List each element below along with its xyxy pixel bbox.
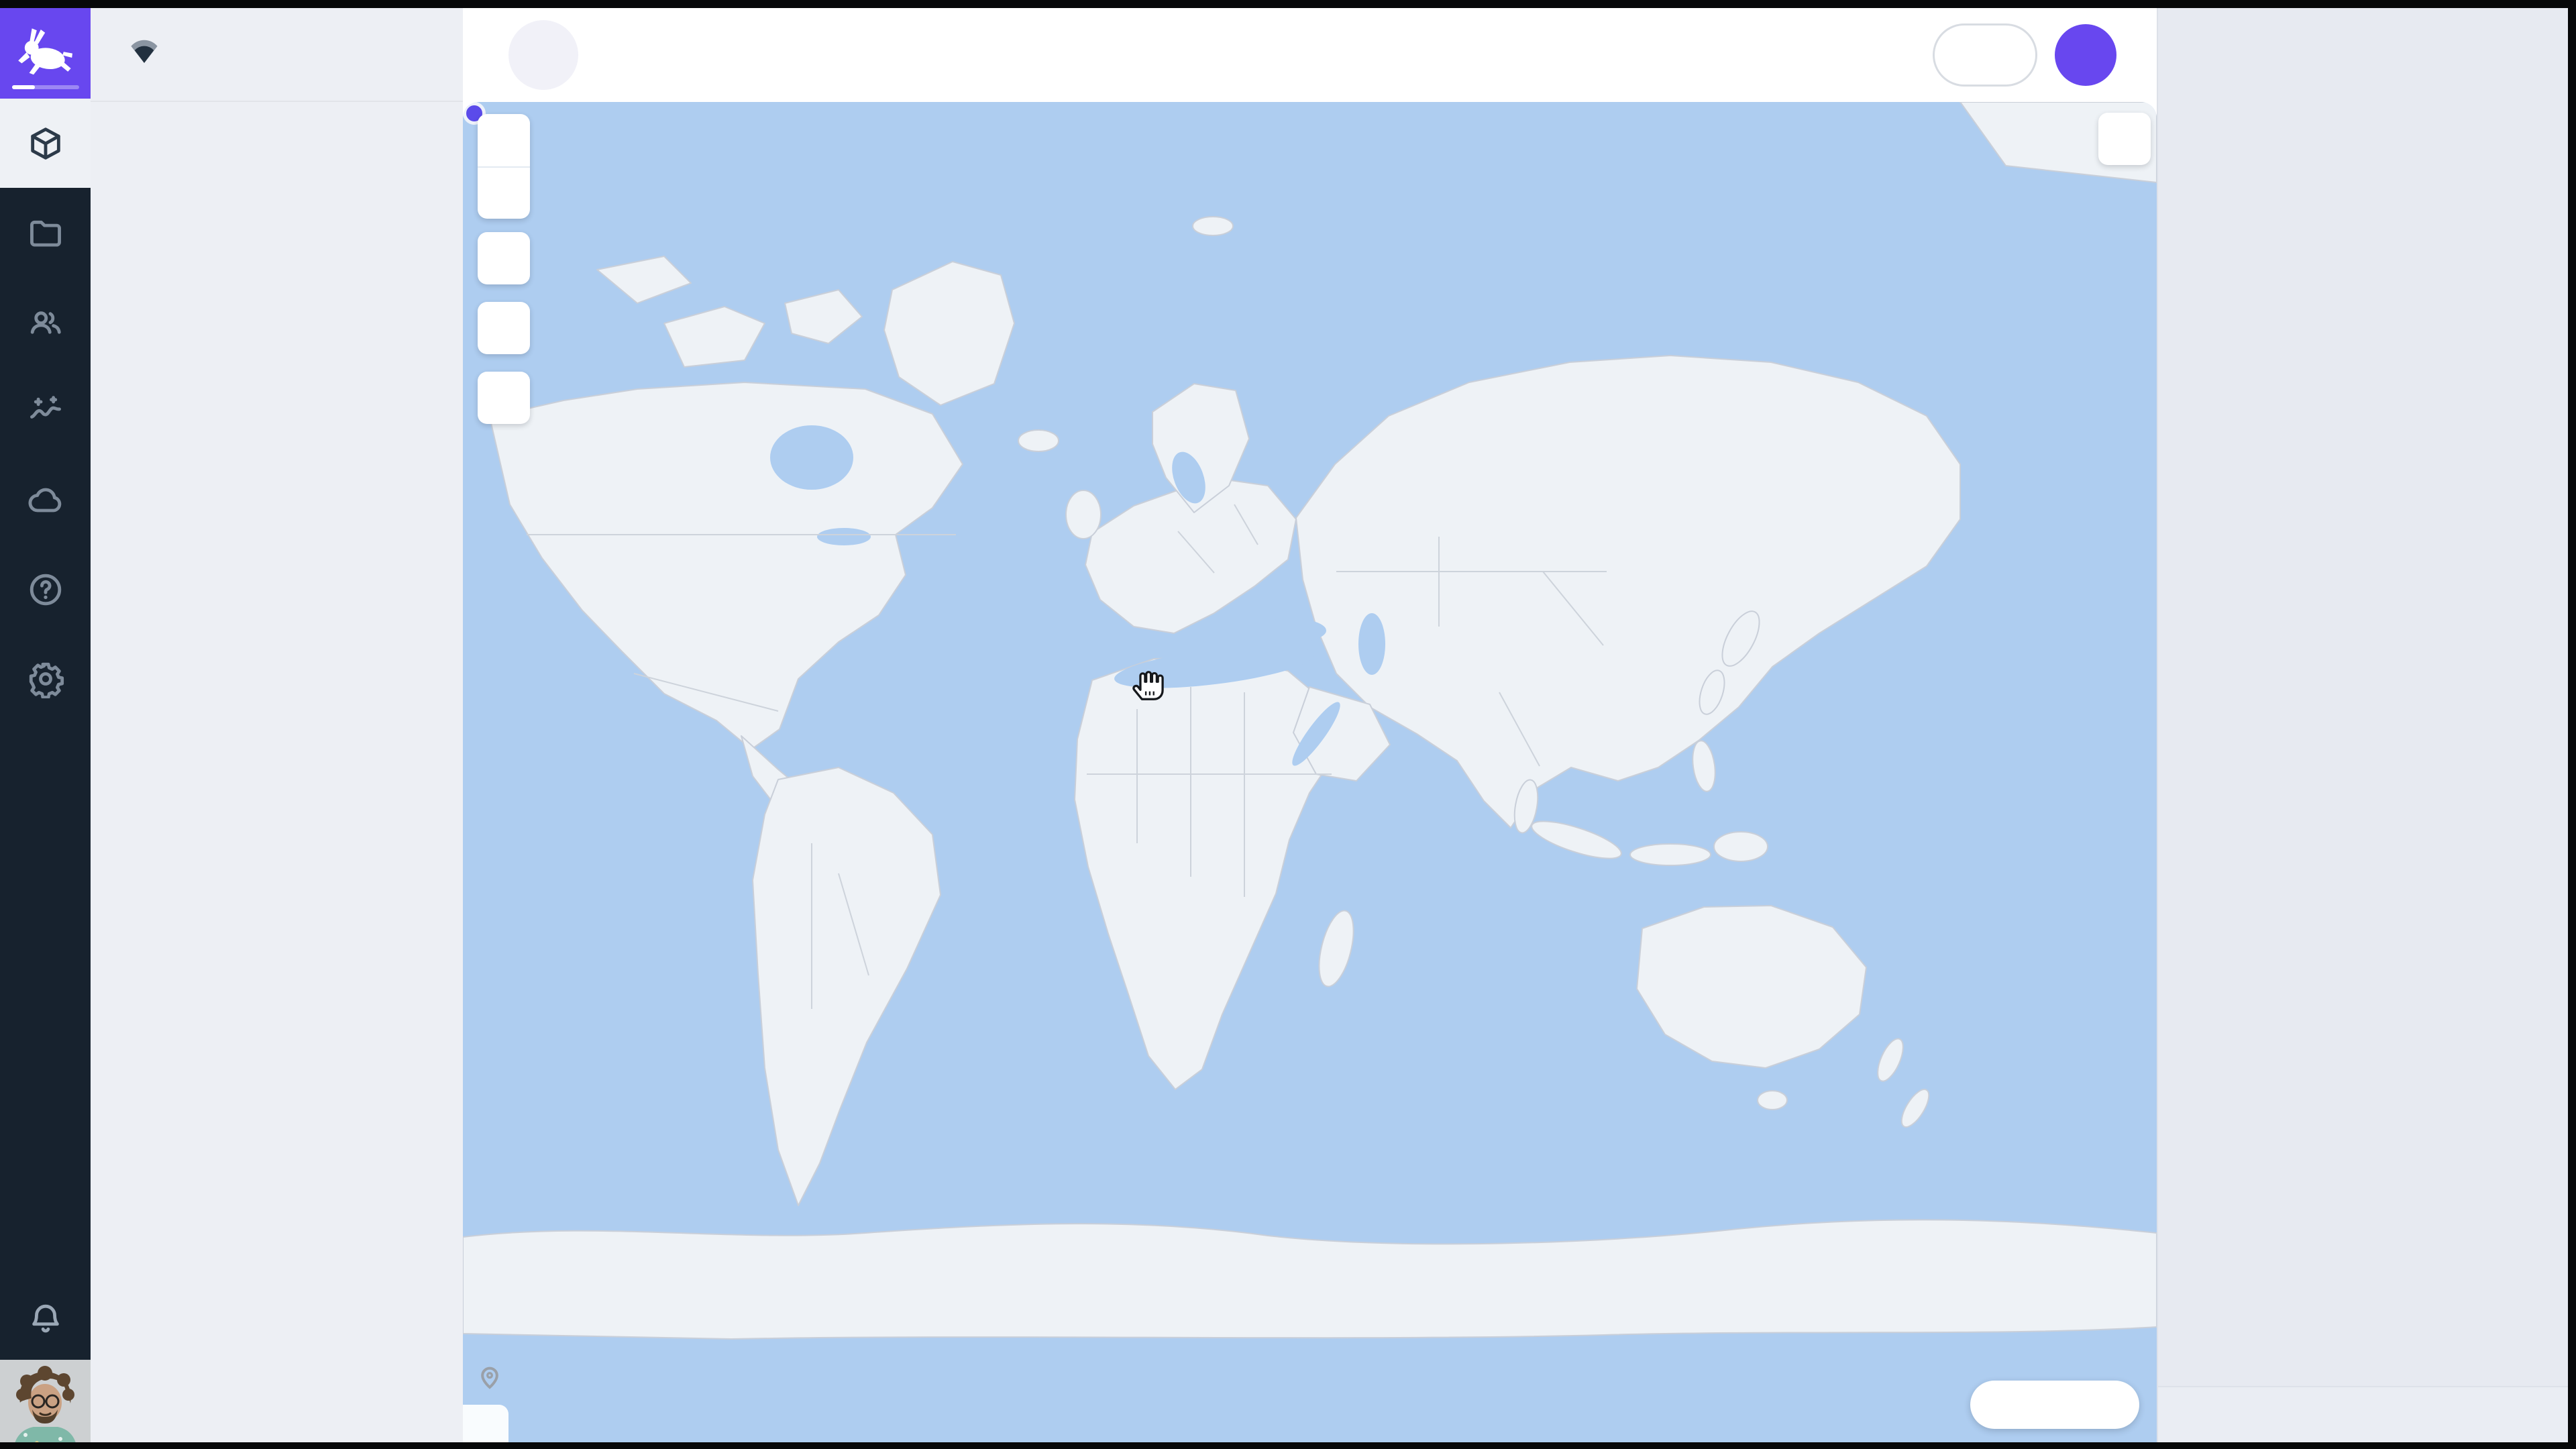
close-icon[interactable]: [2508, 40, 2540, 72]
module-help[interactable]: [0, 545, 91, 634]
module-users[interactable]: [0, 277, 91, 366]
app-logo[interactable]: [0, 8, 91, 99]
search-filter-pill[interactable]: [1933, 23, 2037, 87]
fullscreen-button[interactable]: [478, 302, 530, 354]
module-cloud[interactable]: [0, 455, 91, 545]
module-settings[interactable]: [0, 634, 91, 723]
avatar-image: [0, 1360, 91, 1449]
sidebar: [91, 8, 463, 1449]
hand-cursor: [1127, 663, 1169, 704]
logo-progress-bar: [12, 85, 79, 89]
bookmark-icon[interactable]: [624, 40, 655, 70]
map-canvas[interactable]: [463, 102, 2157, 1442]
add-item-button[interactable]: [2055, 24, 2116, 86]
page-header: [463, 8, 2157, 102]
main-content: [463, 8, 2157, 1449]
signal-icon: [125, 36, 163, 73]
notifications-button[interactable]: [0, 1279, 91, 1360]
geolocate-button[interactable]: [478, 232, 530, 284]
letterbox-right: [2568, 0, 2576, 1449]
limit-dropdown[interactable]: [1970, 1381, 2139, 1429]
collection-badge: [508, 20, 578, 90]
world-map: [463, 102, 2157, 1442]
zoom-in-button[interactable]: [478, 114, 530, 166]
module-files[interactable]: [0, 188, 91, 277]
zoom-out-button[interactable]: [478, 166, 530, 219]
activity-log-button[interactable]: [2158, 1386, 2569, 1442]
map-attribution: [463, 1405, 508, 1442]
header-actions: [1899, 23, 2116, 87]
map-search-button[interactable]: [2098, 113, 2151, 165]
app-window: [0, 0, 2576, 1449]
letterbox-top: [0, 0, 2576, 8]
info-icon: [2201, 40, 2232, 71]
user-avatar[interactable]: [0, 1360, 91, 1449]
right-drawer: [2157, 8, 2568, 1449]
module-bar: [0, 8, 91, 1449]
rabbit-icon: [13, 21, 78, 86]
maplibre-pin-icon: [476, 1362, 503, 1393]
drawer-header: [2158, 19, 2569, 93]
module-content[interactable]: [0, 99, 91, 188]
letterbox-bottom: [0, 1442, 2576, 1449]
activity-log-icon: [2205, 1399, 2236, 1430]
box-select-button[interactable]: [478, 372, 530, 424]
project-chooser[interactable]: [91, 8, 463, 102]
chevron-down-icon: [2053, 1393, 2076, 1416]
zoom-control: [478, 114, 530, 219]
module-insights[interactable]: [0, 366, 91, 455]
maplibre-logo: [476, 1362, 507, 1393]
